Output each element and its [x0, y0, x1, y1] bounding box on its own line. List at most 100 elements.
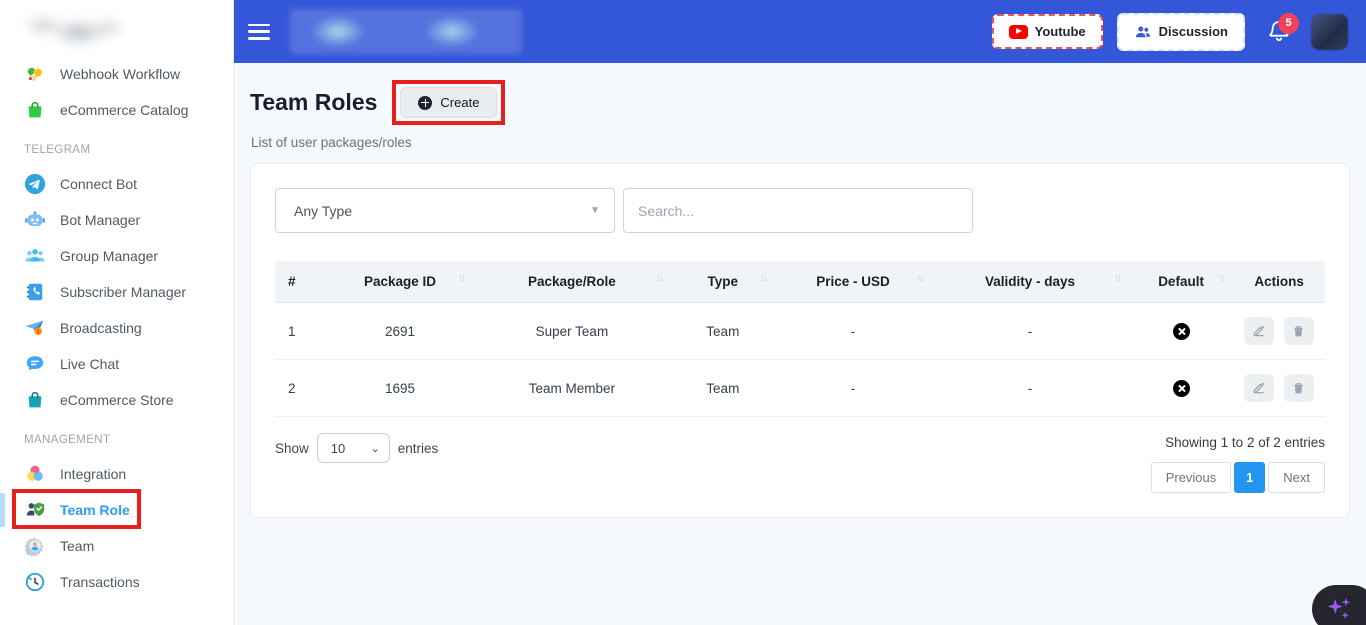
team-roles-card: Any Type ▼ # Package ID↑↓ Package/Role↑↓… — [250, 163, 1350, 518]
trash-icon — [1292, 381, 1305, 395]
sparkles-icon — [1324, 594, 1354, 624]
shopping-bag-green-icon — [24, 99, 46, 121]
history-clock-icon — [24, 571, 46, 593]
sidebar-item-label: Team Role — [60, 502, 130, 518]
sidebar-section-management: MANAGEMENT — [0, 418, 233, 456]
cell-type: Team — [671, 303, 775, 360]
contact-book-icon — [24, 281, 46, 303]
type-filter-select[interactable]: Any Type ▼ — [275, 188, 615, 233]
webhook-workflow-icon — [24, 63, 46, 85]
header-actions: Youtube Discussion 5 — [992, 13, 1366, 51]
sidebar: Webhook Workflow eCommerce Catalog TELEG… — [0, 0, 234, 625]
table-row: 2 1695 Team Member Team - - — [275, 360, 1325, 417]
cell-package-id: 2691 — [327, 303, 473, 360]
column-header-num: # — [275, 261, 327, 303]
person-shield-icon — [24, 499, 46, 521]
edit-button[interactable] — [1244, 317, 1274, 345]
pagination-next-button[interactable]: Next — [1268, 462, 1325, 493]
column-header-package-id[interactable]: Package ID↑↓ — [327, 261, 473, 303]
sidebar-item-team[interactable]: Team — [0, 528, 233, 564]
cell-num: 1 — [275, 303, 327, 360]
sidebar-item-subscriber-manager[interactable]: Subscriber Manager — [0, 274, 233, 310]
chevron-down-icon: ⌄ — [371, 442, 380, 455]
sidebar-logo-blurred — [14, 6, 132, 54]
sidebar-item-broadcasting[interactable]: 1 Broadcasting — [0, 310, 233, 346]
user-avatar[interactable] — [1311, 14, 1348, 50]
youtube-button[interactable]: Youtube — [992, 14, 1103, 49]
top-header-bar: Youtube Discussion 5 — [234, 0, 1366, 63]
showing-entries-text: Showing 1 to 2 of 2 entries — [1165, 433, 1325, 450]
column-header-validity[interactable]: Validity - days↑↓ — [931, 261, 1129, 303]
pagination-previous-button[interactable]: Previous — [1151, 462, 1232, 493]
cell-package-role: Team Member — [473, 360, 671, 417]
page-subtitle: List of user packages/roles — [234, 125, 1366, 150]
sidebar-item-label: Broadcasting — [60, 320, 142, 336]
page-size-control: Show 10 ⌄ entries — [275, 433, 438, 463]
sidebar-item-transactions[interactable]: Transactions — [0, 564, 233, 600]
create-button-label: Create — [440, 95, 479, 110]
search-input[interactable] — [623, 188, 973, 233]
create-button[interactable]: Create — [400, 87, 497, 118]
sidebar-item-live-chat[interactable]: Live Chat — [0, 346, 233, 382]
sidebar-item-label: Bot Manager — [60, 212, 140, 228]
sidebar-item-label: Connect Bot — [60, 176, 137, 192]
cell-default — [1129, 360, 1233, 417]
sidebar-item-label: Subscriber Manager — [60, 284, 186, 300]
cell-price: - — [775, 360, 931, 417]
gear-person-icon — [24, 535, 46, 557]
hamburger-icon[interactable] — [248, 24, 270, 40]
app-root: Webhook Workflow eCommerce Catalog TELEG… — [0, 0, 1366, 625]
page-title: Team Roles — [250, 89, 377, 116]
notification-count-badge: 5 — [1278, 13, 1299, 34]
sidebar-item-bot-manager[interactable]: Bot Manager — [0, 202, 233, 238]
sidebar-item-integration[interactable]: Team Role Integration — [0, 456, 233, 492]
sidebar-item-group-manager[interactable]: Group Manager — [0, 238, 233, 274]
edit-pencil-icon — [1252, 324, 1266, 338]
sidebar-item-team-role[interactable]: Team Role — [0, 492, 233, 528]
column-header-package-role[interactable]: Package/Role↑↓ — [473, 261, 671, 303]
column-header-type[interactable]: Type↑↓ — [671, 261, 775, 303]
page-size-select[interactable]: 10 ⌄ — [317, 433, 390, 463]
notification-bell-button[interactable]: 5 — [1267, 19, 1291, 45]
table-row: 1 2691 Super Team Team - - — [275, 303, 1325, 360]
column-header-price[interactable]: Price - USD↑↓ — [775, 261, 931, 303]
sidebar-item-ecommerce-catalog[interactable]: eCommerce Catalog — [0, 92, 233, 128]
sort-icon: ↑↓ — [1218, 273, 1224, 284]
page-size-value: 10 — [331, 441, 345, 456]
ai-assistant-button[interactable] — [1312, 585, 1366, 625]
sidebar-item-connect-bot[interactable]: Connect Bot — [0, 166, 233, 202]
cell-actions — [1233, 360, 1325, 417]
sidebar-item-label: Group Manager — [60, 248, 158, 264]
sidebar-item-label: Webhook Workflow — [60, 66, 180, 82]
cell-package-id: 1695 — [327, 360, 473, 417]
sort-icon: ↑↓ — [760, 273, 766, 284]
sidebar-item-ecommerce-store[interactable]: eCommerce Store — [0, 382, 233, 418]
delete-button[interactable] — [1284, 374, 1314, 402]
shopping-bag-teal-icon — [24, 389, 46, 411]
telegram-plane-icon — [24, 173, 46, 195]
color-circles-icon — [24, 463, 46, 485]
pagination-page-1-button[interactable]: 1 — [1234, 462, 1265, 493]
sidebar-item-label: Team — [60, 538, 94, 554]
delete-button[interactable] — [1284, 317, 1314, 345]
red-annotation-create: Create — [392, 80, 505, 125]
people-group-icon — [24, 245, 46, 267]
sidebar-item-label: eCommerce Store — [60, 392, 174, 408]
people-icon — [1134, 23, 1152, 41]
sidebar-item-webhook-workflow[interactable]: Webhook Workflow — [0, 56, 233, 92]
cell-num: 2 — [275, 360, 327, 417]
edit-button[interactable] — [1244, 374, 1274, 402]
cell-type: Team — [671, 360, 775, 417]
brand-logo-blurred — [290, 9, 522, 54]
table-header-row: # Package ID↑↓ Package/Role↑↓ Type↑↓ Pri… — [275, 261, 1325, 303]
paper-plane-badge-icon: 1 — [24, 317, 46, 339]
team-roles-table: # Package ID↑↓ Package/Role↑↓ Type↑↓ Pri… — [275, 261, 1325, 417]
show-label: Show — [275, 441, 309, 456]
discussion-button[interactable]: Discussion — [1117, 13, 1245, 51]
sidebar-item-label: eCommerce Catalog — [60, 102, 188, 118]
cell-price: - — [775, 303, 931, 360]
times-circle-icon — [1173, 380, 1190, 397]
sidebar-item-label: Live Chat — [60, 356, 119, 372]
robot-icon — [24, 209, 46, 231]
column-header-default[interactable]: Default↑↓ — [1129, 261, 1233, 303]
